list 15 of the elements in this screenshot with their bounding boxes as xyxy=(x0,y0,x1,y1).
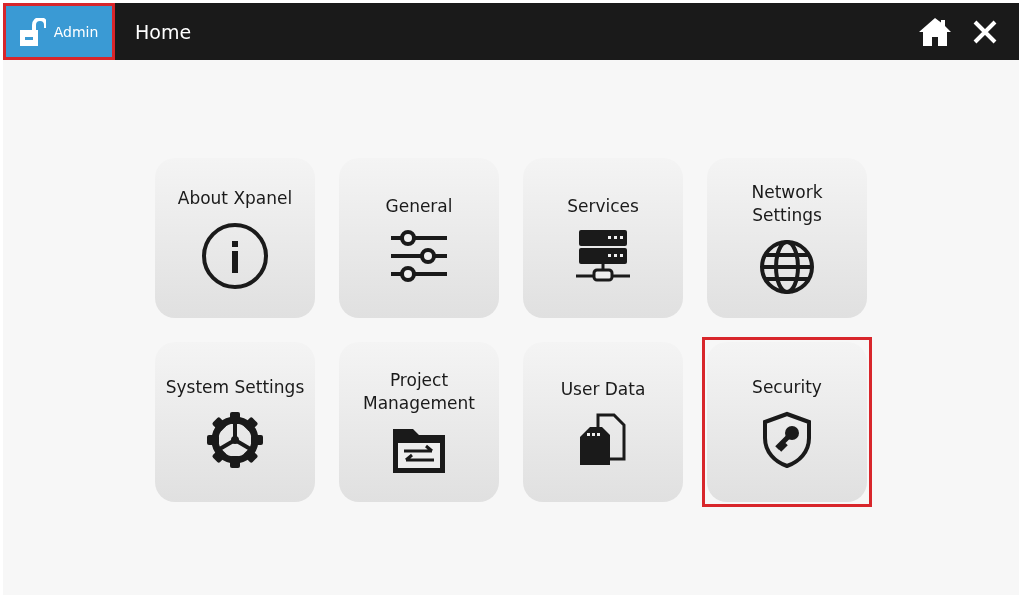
page-title: Home xyxy=(135,20,193,43)
info-icon xyxy=(201,221,269,290)
home-icon xyxy=(919,17,951,46)
unlock-icon xyxy=(19,17,46,46)
close-icon xyxy=(973,19,997,44)
documents-icon xyxy=(578,412,628,467)
server-icon xyxy=(576,229,630,282)
shield-key-icon xyxy=(761,410,813,469)
folder-transfer-icon xyxy=(391,427,447,475)
globe-icon xyxy=(759,239,815,295)
menu-tile[interactable]: Security xyxy=(702,337,872,507)
sliders-icon xyxy=(391,229,447,282)
gear-icon xyxy=(206,410,264,469)
close-button[interactable] xyxy=(973,19,997,44)
home-button[interactable] xyxy=(919,17,951,46)
